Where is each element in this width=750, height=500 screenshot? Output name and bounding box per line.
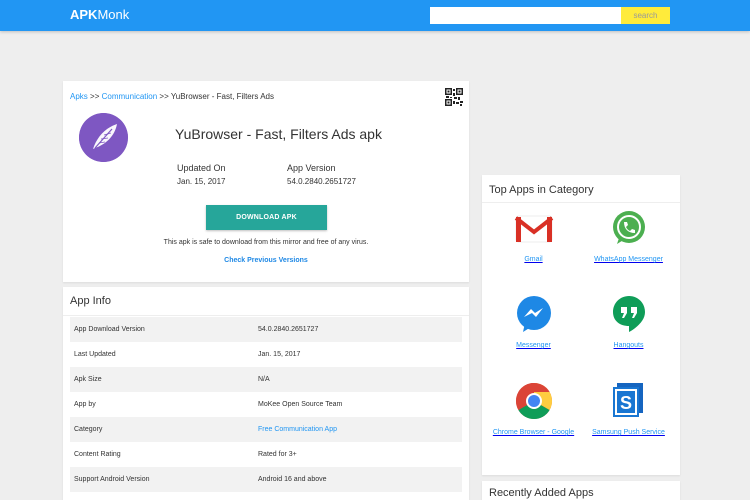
app-info-table: App Download Version 54.0.2840.2651727 L… [70, 317, 462, 492]
info-value: Jan. 15, 2017 [258, 351, 301, 358]
info-value: Rated for 3+ [258, 451, 297, 458]
whatsapp-icon [612, 211, 645, 244]
messenger-icon [516, 296, 551, 332]
recently-added-card: Recently Added Apps [482, 481, 680, 500]
app-version-label: App Version [287, 163, 336, 173]
breadcrumb-apks[interactable]: Apks [70, 92, 88, 101]
app-title: YuBrowser - Fast, Filters Ads apk [175, 126, 382, 142]
top-app-label: Samsung Push Service [592, 429, 665, 436]
breadcrumb-separator: >> [90, 92, 100, 101]
top-apps-title: Top Apps in Category [489, 184, 594, 196]
updated-on-value: Jan. 15, 2017 [177, 177, 226, 186]
recently-added-title: Recently Added Apps [489, 487, 594, 499]
top-app-hangouts[interactable]: Hangouts [579, 294, 678, 349]
info-value: Android 16 and above [258, 476, 327, 483]
top-app-label: Chrome Browser - Google [492, 429, 575, 436]
svg-text:S: S [619, 393, 631, 413]
qr-code-icon[interactable] [445, 88, 463, 106]
search-input[interactable] [430, 7, 621, 24]
app-logo-icon [79, 113, 128, 162]
info-key: Content Rating [74, 451, 121, 458]
site-logo[interactable]: APKMonk [70, 7, 129, 22]
info-value: MoKee Open Source Team [258, 401, 343, 408]
table-row: Last Updated Jan. 15, 2017 [70, 342, 462, 367]
top-app-messenger[interactable]: Messenger [484, 294, 583, 349]
table-row: Category Free Communication App [70, 417, 462, 442]
chrome-icon [515, 383, 552, 420]
table-row: App Download Version 54.0.2840.2651727 [70, 317, 462, 342]
info-value: N/A [258, 376, 270, 383]
info-key: Category [74, 426, 103, 433]
info-key: App by [74, 401, 96, 408]
app-version-value: 54.0.2840.2651727 [287, 177, 356, 186]
top-apps-card: Top Apps in Category Gmail WhatsApp Mess… [482, 175, 680, 475]
top-app-label: Gmail [524, 256, 543, 263]
download-apk-button[interactable]: DOWNLOAD APK [206, 205, 327, 230]
top-bar: APKMonk search [0, 0, 750, 31]
table-row: Support Android Version Android 16 and a… [70, 467, 462, 492]
table-row: Content Rating Rated for 3+ [70, 442, 462, 467]
info-key: Support Android Version [74, 476, 150, 483]
check-previous-versions-link[interactable]: Check Previous Versions [63, 257, 469, 264]
breadcrumb-category[interactable]: Communication [102, 92, 158, 101]
breadcrumb-current: YuBrowser - Fast, Filters Ads [170, 92, 274, 101]
table-row: Apk Size N/A [70, 367, 462, 392]
search-button[interactable]: search [621, 7, 670, 24]
top-app-label: Messenger [516, 342, 551, 349]
divider [63, 315, 469, 316]
top-app-label: Hangouts [613, 342, 644, 349]
top-app-samsung-push[interactable]: S Samsung Push Service [579, 381, 678, 436]
app-info-card: App Info App Download Version 54.0.2840.… [63, 287, 469, 500]
safe-download-notice: This apk is safe to download from this m… [163, 239, 369, 246]
top-app-gmail[interactable]: Gmail [484, 208, 583, 263]
top-app-chrome[interactable]: Chrome Browser - Google [484, 381, 583, 436]
top-app-label: WhatsApp Messenger [594, 256, 663, 263]
breadcrumb: Apks >> Communication >> YuBrowser - Fas… [70, 92, 274, 101]
app-detail-card: Apks >> Communication >> YuBrowser - Fas… [63, 81, 469, 282]
table-row: App by MoKee Open Source Team [70, 392, 462, 417]
breadcrumb-separator: >> [159, 92, 169, 101]
info-key: App Download Version [74, 326, 145, 333]
info-value: 54.0.2840.2651727 [258, 326, 319, 333]
hangouts-icon [612, 296, 645, 332]
samsung-push-icon: S [612, 383, 643, 417]
logo-light-text: Monk [97, 7, 130, 22]
info-key: Apk Size [74, 376, 102, 383]
top-app-whatsapp[interactable]: WhatsApp Messenger [579, 208, 678, 263]
info-key: Last Updated [74, 351, 116, 358]
divider [482, 202, 680, 203]
app-info-title: App Info [70, 295, 111, 307]
category-link[interactable]: Free Communication App [258, 426, 462, 433]
updated-on-label: Updated On [177, 163, 226, 173]
gmail-icon [514, 215, 553, 243]
logo-bold-text: APK [70, 7, 98, 22]
